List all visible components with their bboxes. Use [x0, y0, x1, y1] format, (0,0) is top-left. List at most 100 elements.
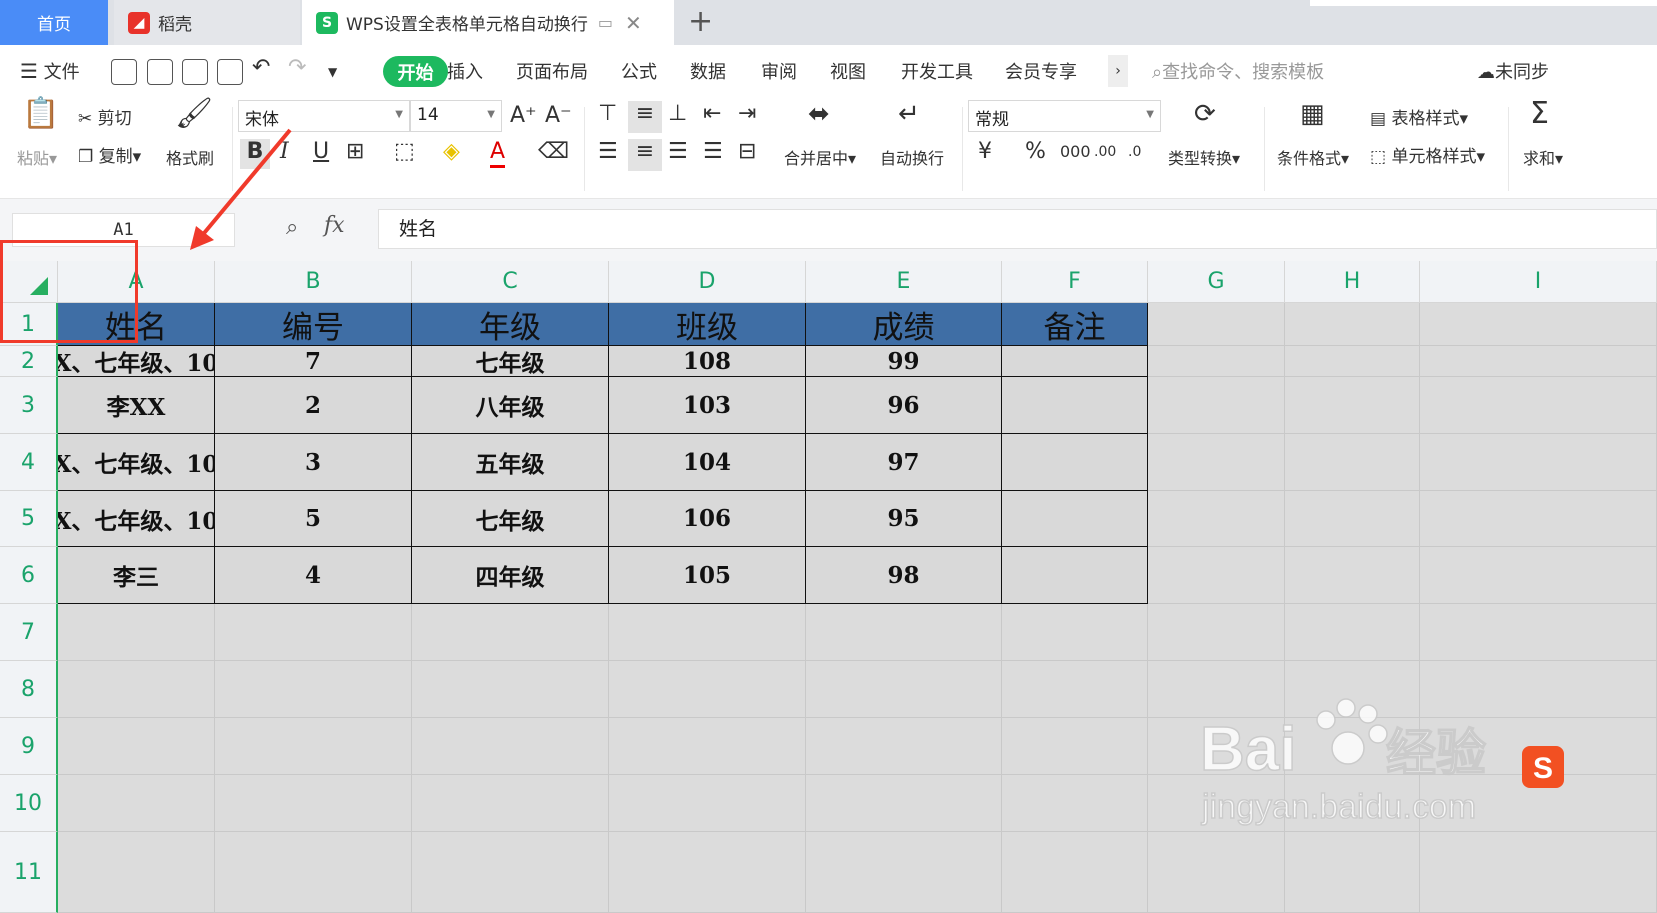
type-convert-icon[interactable]: ⟳ [1194, 101, 1216, 127]
cell-g9[interactable] [1148, 718, 1285, 775]
font-color-icon[interactable]: A [490, 139, 506, 168]
search-command[interactable]: ⌕查找命令、搜索模板 [1152, 58, 1324, 84]
cell-c10[interactable] [412, 775, 609, 832]
cell-i2[interactable] [1420, 346, 1657, 377]
align-right-icon[interactable]: ☰ [668, 139, 688, 165]
cell-e11[interactable] [806, 832, 1002, 913]
cell-d11[interactable] [609, 832, 806, 913]
row-header-2[interactable]: 2 [0, 346, 58, 377]
cell-i11[interactable] [1420, 832, 1657, 913]
row-header-3[interactable]: 3 [0, 377, 58, 434]
more-tabs-icon[interactable]: › [1108, 55, 1128, 87]
sum-icon[interactable]: Σ [1530, 99, 1549, 129]
sync-status[interactable]: ☁未同步 [1477, 58, 1549, 84]
cell-g1[interactable] [1148, 303, 1285, 346]
row-header-4[interactable]: 4 [0, 434, 58, 491]
cell-c2[interactable]: 七年级 [412, 346, 609, 377]
distributed-align-icon[interactable]: ⊟ [738, 139, 756, 165]
cell-b11[interactable] [215, 832, 412, 913]
align-middle-icon[interactable]: ≡ [628, 101, 662, 133]
border-icon[interactable]: ⊞ [346, 139, 364, 165]
cell-f6[interactable] [1002, 547, 1148, 604]
decrease-decimal-icon[interactable]: .0 [1128, 139, 1141, 165]
cell-a5[interactable]: X、七年级、10 [58, 491, 215, 547]
cell-c8[interactable] [412, 661, 609, 718]
cell-c7[interactable] [412, 604, 609, 661]
align-top-icon[interactable]: ⊤ [598, 101, 617, 127]
cell-a4[interactable]: X、七年级、10 [58, 434, 215, 491]
tab-daoke[interactable]: ◢ 稻壳 [114, 0, 300, 45]
column-header-d[interactable]: D [609, 261, 806, 303]
cell-e6[interactable]: 98 [806, 547, 1002, 604]
cell-style-fill-icon[interactable]: ⬚ [394, 139, 415, 165]
print-icon[interactable] [182, 59, 208, 85]
tab-document[interactable]: S WPS设置全表格单元格自动换行 ▭ ✕ [302, 0, 674, 45]
cell-i1[interactable] [1420, 303, 1657, 346]
save-icon[interactable] [111, 59, 137, 85]
cell-h8[interactable] [1285, 661, 1420, 718]
number-format-select[interactable]: 常规 ▼ [968, 100, 1161, 132]
wrap-text-icon[interactable]: ↵ [898, 101, 920, 127]
cell-b2[interactable]: 7 [215, 346, 412, 377]
percent-icon[interactable]: % [1025, 139, 1046, 165]
ribbon-tab-view[interactable]: 视图 [830, 58, 866, 84]
cell-d4[interactable]: 104 [609, 434, 806, 491]
cell-a9[interactable] [58, 718, 215, 775]
cell-e1[interactable]: 成绩 [806, 303, 1002, 346]
cell-b8[interactable] [215, 661, 412, 718]
cell-h5[interactable] [1285, 491, 1420, 547]
column-header-b[interactable]: B [215, 261, 412, 303]
increase-decimal-icon[interactable]: .00 [1094, 139, 1116, 165]
cell-g4[interactable] [1148, 434, 1285, 491]
cell-f7[interactable] [1002, 604, 1148, 661]
cell-i4[interactable] [1420, 434, 1657, 491]
cell-e5[interactable]: 95 [806, 491, 1002, 547]
cell-b4[interactable]: 3 [215, 434, 412, 491]
cell-c9[interactable] [412, 718, 609, 775]
cell-f9[interactable] [1002, 718, 1148, 775]
align-center-icon[interactable]: ≡ [628, 139, 662, 171]
auto-wrap-button[interactable]: 自动换行 [880, 145, 944, 169]
cell-a7[interactable] [58, 604, 215, 661]
cell-b5[interactable]: 5 [215, 491, 412, 547]
file-menu[interactable]: ☰ 文件 [20, 58, 80, 84]
cell-e7[interactable] [806, 604, 1002, 661]
cell-f3[interactable] [1002, 377, 1148, 434]
sum-button[interactable]: 求和▾ [1523, 145, 1563, 169]
print-preview-icon[interactable] [217, 59, 243, 85]
cell-a11[interactable] [58, 832, 215, 913]
ribbon-tab-member[interactable]: 会员专享 [1005, 58, 1077, 84]
redo-icon[interactable]: ↷ [288, 55, 306, 80]
increase-font-icon[interactable]: A⁺ [510, 103, 537, 129]
ribbon-tab-insert[interactable]: 插入 [447, 58, 483, 84]
type-convert-button[interactable]: 类型转换▾ [1168, 145, 1240, 169]
decrease-indent-icon[interactable]: ⇤ [703, 101, 721, 127]
cell-d5[interactable]: 106 [609, 491, 806, 547]
cell-h11[interactable] [1285, 832, 1420, 913]
cell-e4[interactable]: 97 [806, 434, 1002, 491]
cell-g5[interactable] [1148, 491, 1285, 547]
zoom-icon[interactable]: ⌕ [286, 215, 298, 240]
row-header-9[interactable]: 9 [0, 718, 58, 775]
cell-h10[interactable] [1285, 775, 1420, 832]
cell-i5[interactable] [1420, 491, 1657, 547]
cell-h4[interactable] [1285, 434, 1420, 491]
cell-e3[interactable]: 96 [806, 377, 1002, 434]
row-header-5[interactable]: 5 [0, 491, 58, 547]
cell-e2[interactable]: 99 [806, 346, 1002, 377]
column-header-g[interactable]: G [1148, 261, 1285, 303]
paste-button[interactable]: 粘贴▾ [17, 145, 57, 169]
cell-c1[interactable]: 年级 [412, 303, 609, 346]
cell-d2[interactable]: 108 [609, 346, 806, 377]
cell-b6[interactable]: 4 [215, 547, 412, 604]
font-name-select[interactable]: 宋体 ▼ [238, 100, 410, 132]
row-header-10[interactable]: 10 [0, 775, 58, 832]
cell-d9[interactable] [609, 718, 806, 775]
cell-c6[interactable]: 四年级 [412, 547, 609, 604]
cell-e9[interactable] [806, 718, 1002, 775]
ribbon-tab-review[interactable]: 审阅 [761, 58, 797, 84]
thousands-separator-icon[interactable]: 000 [1060, 139, 1091, 165]
underline-icon[interactable]: U [313, 139, 329, 165]
ribbon-tab-home[interactable]: 开始 [383, 56, 448, 87]
tab-home[interactable]: 首页 [0, 0, 108, 45]
